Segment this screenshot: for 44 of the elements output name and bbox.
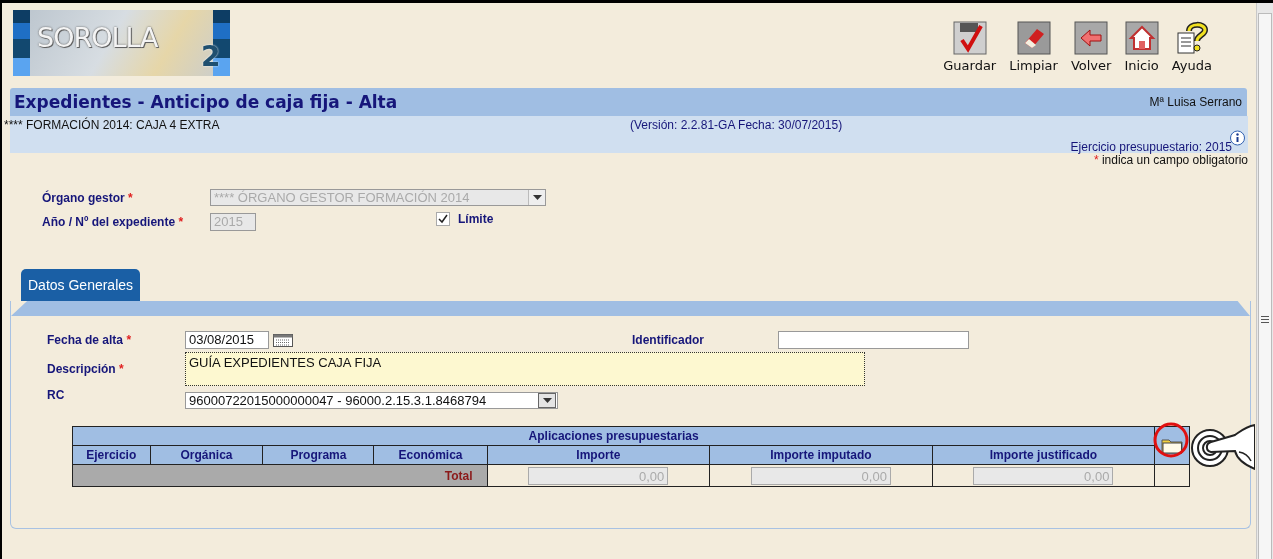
checkbox-label: Límite (458, 212, 495, 226)
scrollbar[interactable] (1256, 3, 1273, 559)
fiscal-year: Ejercicio presupuestario: 2015 (1070, 140, 1232, 154)
date-field[interactable]: 03/08/2015 (185, 331, 269, 349)
field-label: Identificador (632, 333, 705, 347)
calendar-icon (273, 333, 293, 347)
checkmark-icon (437, 213, 449, 225)
folder-icon[interactable] (1161, 437, 1184, 454)
amount-field: 0,00 (528, 466, 669, 485)
scrollbar-thumb[interactable] (1258, 13, 1272, 559)
column-header: Aplicaciones presupuestarias (72, 426, 1155, 446)
checkbox[interactable] (436, 212, 450, 226)
logo-text: SOROLLA (37, 22, 158, 53)
caret-icon (532, 195, 542, 200)
eraser-icon (1016, 21, 1051, 55)
home-icon (1124, 21, 1159, 55)
amount-field: 0,00 (973, 466, 1114, 485)
toolbar-button[interactable]: Volver (1070, 21, 1112, 73)
text-area[interactable]: GUÍA EXPEDIENTES CAJA FIJA (185, 352, 865, 386)
field-label: Órgano gestor * (42, 190, 134, 205)
required-note: * indica un campo obligatorio (1093, 153, 1248, 167)
user-name: Mª Luisa Serrano (1149, 95, 1242, 109)
field-label: RC (47, 387, 66, 402)
arrow-left-icon (1074, 21, 1109, 55)
select-field[interactable]: 96000722015000000047 - 96000.2.15.3.1.8468794 (185, 392, 558, 409)
subtitle: **** FORMACIÓN 2014: CAJA 4 EXTRA (4, 118, 220, 132)
help-button[interactable]: Ayuda (1171, 21, 1212, 73)
input-field[interactable] (778, 331, 969, 349)
grip-icon (1261, 316, 1269, 325)
tab[interactable]: Datos Generales (21, 269, 141, 301)
toolbar-button[interactable]: Limpiar (1009, 21, 1058, 73)
page-title: Expedientes - Anticipo de caja fija - Alta (14, 92, 398, 112)
checkmark-icon (952, 21, 987, 55)
field-label: Fecha de alta * (47, 333, 133, 347)
field-label: Descripción * (47, 362, 125, 376)
total-label: Total (72, 464, 488, 487)
version-text: (Versión: 2.2.81-GA Fecha: 30/07/2015) (630, 118, 843, 132)
toolbar-button[interactable]: Inicio (1124, 21, 1159, 73)
amount-field: 0,00 (750, 466, 891, 485)
help-icon (1174, 21, 1209, 55)
caret-icon (542, 398, 552, 403)
highlight-circle (1153, 422, 1189, 458)
toolbar-button[interactable]: Guardar (943, 21, 997, 73)
field-label: Año / Nº del expediente * (42, 215, 185, 229)
